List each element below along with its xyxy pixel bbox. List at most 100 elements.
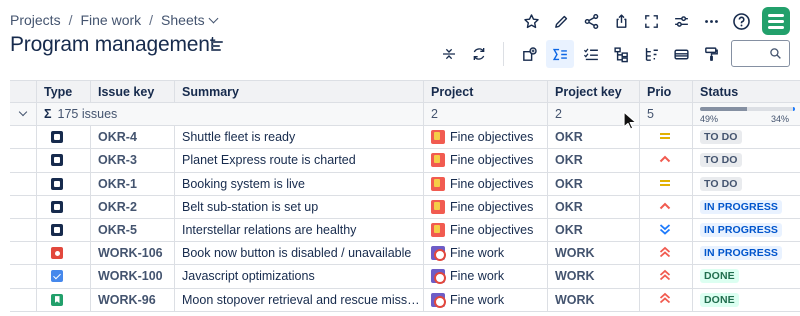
row-select-cell[interactable] (10, 149, 36, 171)
project-key-cell[interactable]: WORK (547, 265, 639, 288)
breadcrumb-sheets[interactable]: Sheets (161, 12, 219, 28)
refresh-button[interactable] (465, 40, 493, 68)
hierarchy-button[interactable] (607, 40, 635, 68)
issue-key[interactable]: WORK-96 (98, 293, 156, 307)
row-select-cell[interactable] (10, 219, 36, 241)
summary-cell[interactable]: Javascript optimizations (174, 265, 423, 288)
project-key-cell[interactable]: OKR (547, 149, 639, 172)
summary-cell[interactable]: Book now button is disabled / unavailabl… (174, 242, 423, 265)
project-key-cell[interactable]: OKR (547, 195, 639, 218)
row-select-cell[interactable] (10, 265, 36, 287)
checklist-button[interactable] (577, 40, 605, 68)
table-row[interactable]: OKR-2 Belt sub-station is set up Fine obje… (10, 195, 800, 219)
issue-key[interactable]: OKR-3 (98, 153, 137, 167)
summary-cell[interactable]: Shuttle fleet is ready (174, 126, 423, 149)
priority-cell[interactable] (639, 195, 692, 218)
search-field[interactable] (731, 40, 790, 67)
search-input[interactable] (736, 41, 772, 66)
priority-cell[interactable] (639, 242, 692, 265)
status-cell[interactable]: DONE (692, 288, 800, 311)
export-button[interactable] (606, 6, 636, 36)
column-header-type[interactable]: Type (36, 81, 90, 102)
fullscreen-button[interactable] (636, 6, 666, 36)
table-row[interactable]: OKR-4 Shuttle fleet is ready Fine objectiv… (10, 126, 800, 150)
issue-key[interactable]: WORK-100 (98, 269, 163, 283)
issue-key[interactable]: OKR-2 (98, 200, 137, 214)
issue-key[interactable]: OKR-4 (98, 130, 137, 144)
status-cell[interactable]: TO DO (692, 126, 800, 149)
project-cell[interactable]: Fine objectives (423, 149, 547, 172)
priority-cell[interactable] (639, 265, 692, 288)
issue-key-cell[interactable]: OKR-3 (90, 149, 174, 172)
status-cell[interactable]: TO DO (692, 149, 800, 172)
card-view-button[interactable] (667, 40, 695, 68)
sum-toggle-button[interactable] (546, 40, 574, 68)
table-row[interactable]: OKR-1 Booking system is live Fine objectiv… (10, 172, 800, 196)
status-cell[interactable]: TO DO (692, 172, 800, 195)
priority-cell[interactable] (639, 126, 692, 149)
column-header-prio[interactable]: Prio (639, 81, 692, 102)
project-cell[interactable]: Fine objectives (423, 126, 547, 149)
project-cell[interactable]: Fine work (423, 288, 547, 311)
breadcrumb-fine-work[interactable]: Fine work (80, 12, 141, 28)
filter-settings-button[interactable] (666, 6, 696, 36)
table-row[interactable]: OKR-5 Interstellar relations are healthy F… (10, 218, 800, 243)
table-row[interactable]: OKR-3 Planet Express route is charted Fine… (10, 149, 800, 173)
issue-key[interactable]: OKR-5 (98, 223, 137, 237)
share-button[interactable] (576, 6, 606, 36)
table-row[interactable]: WORK-106 Book now button is disabled / un… (10, 242, 800, 266)
priority-cell[interactable] (639, 288, 692, 311)
project-cell[interactable]: Fine objectives (423, 195, 547, 218)
edit-button[interactable] (546, 6, 576, 36)
column-header-summary[interactable]: Summary (174, 81, 423, 102)
group-by-button[interactable] (637, 40, 665, 68)
star-button[interactable] (516, 6, 546, 36)
summary-cell[interactable]: Interstellar relations are healthy (174, 218, 423, 242)
row-select-cell[interactable] (10, 242, 36, 264)
issue-key[interactable]: OKR-1 (98, 177, 137, 191)
row-select-cell[interactable] (10, 196, 36, 218)
issue-key-cell[interactable]: OKR-2 (90, 195, 174, 218)
column-header-project-key[interactable]: Project key (547, 81, 639, 102)
issue-key-cell[interactable]: WORK-100 (90, 265, 174, 288)
table-row[interactable]: WORK-96 Moon stopover retrieval and rescu… (10, 288, 800, 312)
summary-cell[interactable]: Moon stopover retrieval and rescue missi… (174, 288, 423, 311)
row-select-cell[interactable] (10, 126, 36, 148)
project-cell[interactable]: Fine objectives (423, 218, 547, 242)
format-painter-button[interactable] (697, 40, 725, 68)
help-button[interactable] (726, 6, 756, 36)
project-key-cell[interactable]: WORK (547, 288, 639, 311)
priority-cell[interactable] (639, 149, 692, 172)
status-cell[interactable]: IN PROGRESS (692, 195, 800, 218)
status-cell[interactable]: IN PROGRESS (692, 242, 800, 265)
row-select-cell[interactable] (10, 173, 36, 195)
breadcrumb-projects[interactable]: Projects (10, 12, 61, 28)
summary-cell[interactable]: Belt sub-station is set up (174, 195, 423, 218)
issue-key-cell[interactable]: OKR-5 (90, 218, 174, 242)
issue-key-cell[interactable]: WORK-96 (90, 288, 174, 311)
row-height-button[interactable] (435, 40, 463, 68)
column-header-issue-key[interactable]: Issue key (90, 81, 174, 102)
issue-key[interactable]: WORK-106 (98, 246, 163, 260)
add-issue-button[interactable] (515, 40, 543, 68)
project-cell[interactable]: Fine work (423, 242, 547, 265)
column-header-project[interactable]: Project (423, 81, 547, 102)
project-key-cell[interactable]: OKR (547, 218, 639, 242)
summary-cell[interactable]: Planet Express route is charted (174, 149, 423, 172)
app-logo-icon[interactable] (762, 7, 790, 35)
status-cell[interactable]: IN PROGRESS (692, 218, 800, 242)
more-button[interactable] (696, 6, 726, 36)
project-cell[interactable]: Fine work (423, 265, 547, 288)
column-header-status[interactable]: Status (692, 81, 800, 102)
issue-key-cell[interactable]: OKR-4 (90, 126, 174, 149)
status-cell[interactable]: DONE (692, 265, 800, 288)
summary-cell[interactable]: Booking system is live (174, 172, 423, 195)
project-key-cell[interactable]: WORK (547, 242, 639, 265)
priority-cell[interactable] (639, 218, 692, 242)
project-key-cell[interactable]: OKR (547, 172, 639, 195)
group-collapse-toggle[interactable] (10, 103, 36, 125)
issue-key-cell[interactable]: WORK-106 (90, 242, 174, 265)
project-cell[interactable]: Fine objectives (423, 172, 547, 195)
issue-key-cell[interactable]: OKR-1 (90, 172, 174, 195)
row-select-cell[interactable] (10, 289, 36, 311)
